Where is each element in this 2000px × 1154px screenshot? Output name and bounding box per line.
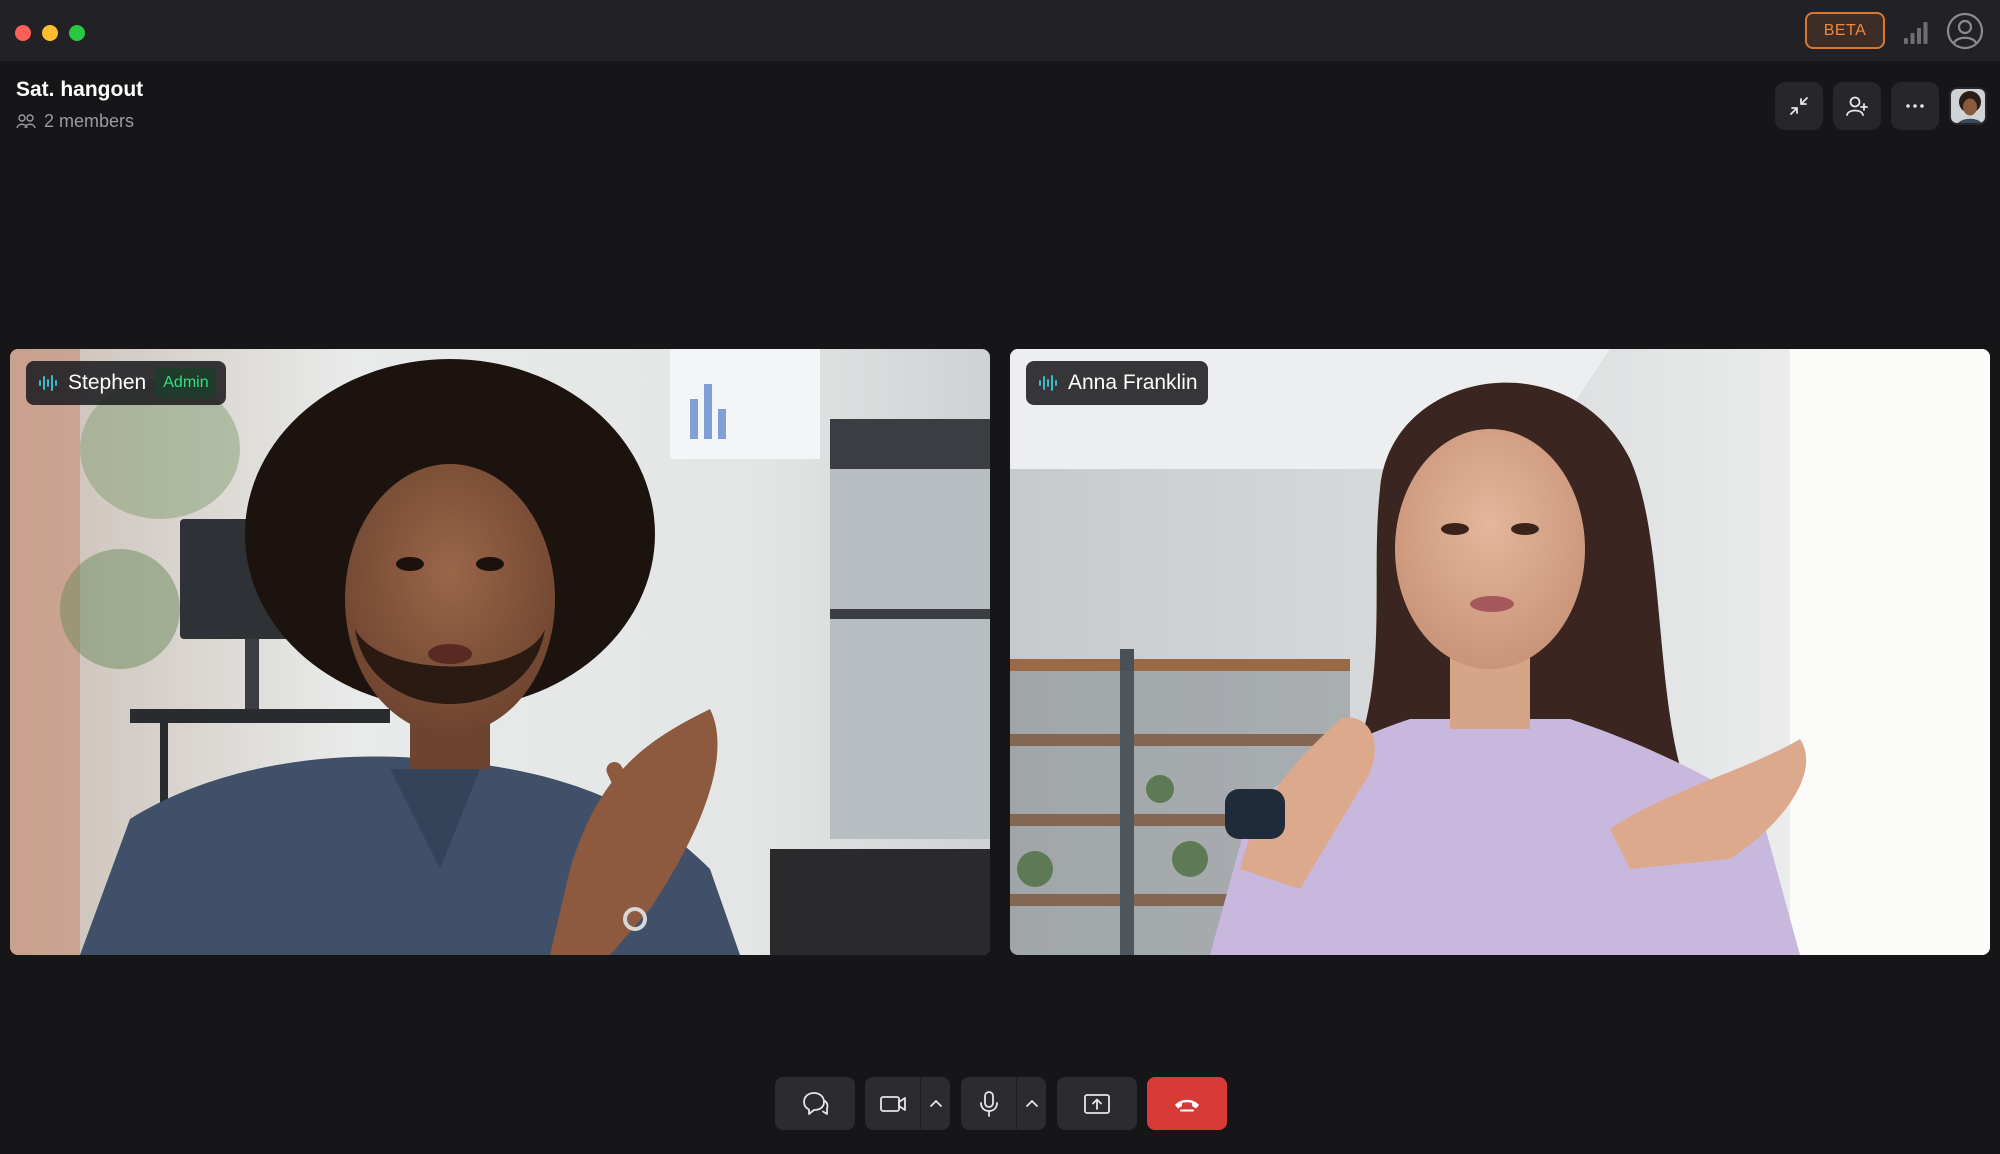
microphone-options-button[interactable] bbox=[1016, 1077, 1046, 1130]
beta-badge[interactable]: BETA bbox=[1805, 12, 1885, 49]
participant-name: Stephen bbox=[68, 371, 147, 394]
add-user-icon bbox=[1846, 96, 1868, 116]
leave-call-button[interactable] bbox=[1147, 1077, 1227, 1130]
title-bar: BETA bbox=[0, 0, 2000, 62]
more-icon bbox=[1906, 104, 1924, 108]
video-tile-stephen[interactable]: Stephen Admin bbox=[10, 349, 990, 955]
video-tile-anna-franklin[interactable]: Anna Franklin bbox=[1010, 349, 1990, 955]
hang-up-icon bbox=[1175, 1099, 1199, 1111]
zoom-window-button[interactable] bbox=[69, 25, 85, 41]
participant-tag-anna-franklin: Anna Franklin bbox=[1026, 361, 1208, 405]
more-options-button[interactable] bbox=[1891, 82, 1939, 130]
admin-badge: Admin bbox=[156, 368, 216, 398]
app-window: BETA Sat. hangout 2 members Stephen Admi… bbox=[0, 0, 2000, 1154]
participant-tag-stephen: Stephen Admin bbox=[26, 361, 226, 405]
screen-share-icon bbox=[1084, 1093, 1110, 1114]
minimize-icon bbox=[1790, 97, 1808, 115]
participant-name: Anna Franklin bbox=[1068, 371, 1198, 394]
audio-wave-icon bbox=[1039, 375, 1057, 391]
chevron-up-icon bbox=[1025, 1099, 1038, 1107]
add-user-button[interactable] bbox=[1833, 82, 1881, 130]
minimize-view-button[interactable] bbox=[1775, 82, 1823, 130]
members-count[interactable]: 2 members bbox=[16, 110, 134, 132]
chat-button[interactable] bbox=[775, 1077, 855, 1130]
minimize-window-button[interactable] bbox=[42, 25, 58, 41]
signal-bars-icon[interactable] bbox=[1902, 18, 1930, 46]
members-icon bbox=[16, 114, 36, 129]
camera-options-button[interactable] bbox=[920, 1077, 950, 1130]
chevron-up-icon bbox=[929, 1099, 942, 1107]
close-window-button[interactable] bbox=[15, 25, 31, 41]
anna-franklin-video-feed bbox=[1010, 349, 1990, 955]
video-camera-icon bbox=[879, 1095, 906, 1112]
room-title: Sat. hangout bbox=[16, 78, 144, 101]
microphone-toggle-button[interactable] bbox=[961, 1077, 1016, 1130]
members-label: 2 members bbox=[44, 110, 135, 131]
chat-bubbles-icon bbox=[803, 1091, 829, 1115]
account-circle-icon[interactable] bbox=[1945, 11, 1985, 51]
self-avatar[interactable] bbox=[1949, 87, 1987, 125]
avatar-image bbox=[1951, 89, 1985, 123]
audio-wave-icon bbox=[39, 375, 57, 391]
microphone-icon bbox=[979, 1090, 998, 1117]
stephen-video-feed bbox=[10, 349, 990, 955]
share-screen-button[interactable] bbox=[1057, 1077, 1137, 1130]
camera-toggle-button[interactable] bbox=[865, 1077, 920, 1130]
